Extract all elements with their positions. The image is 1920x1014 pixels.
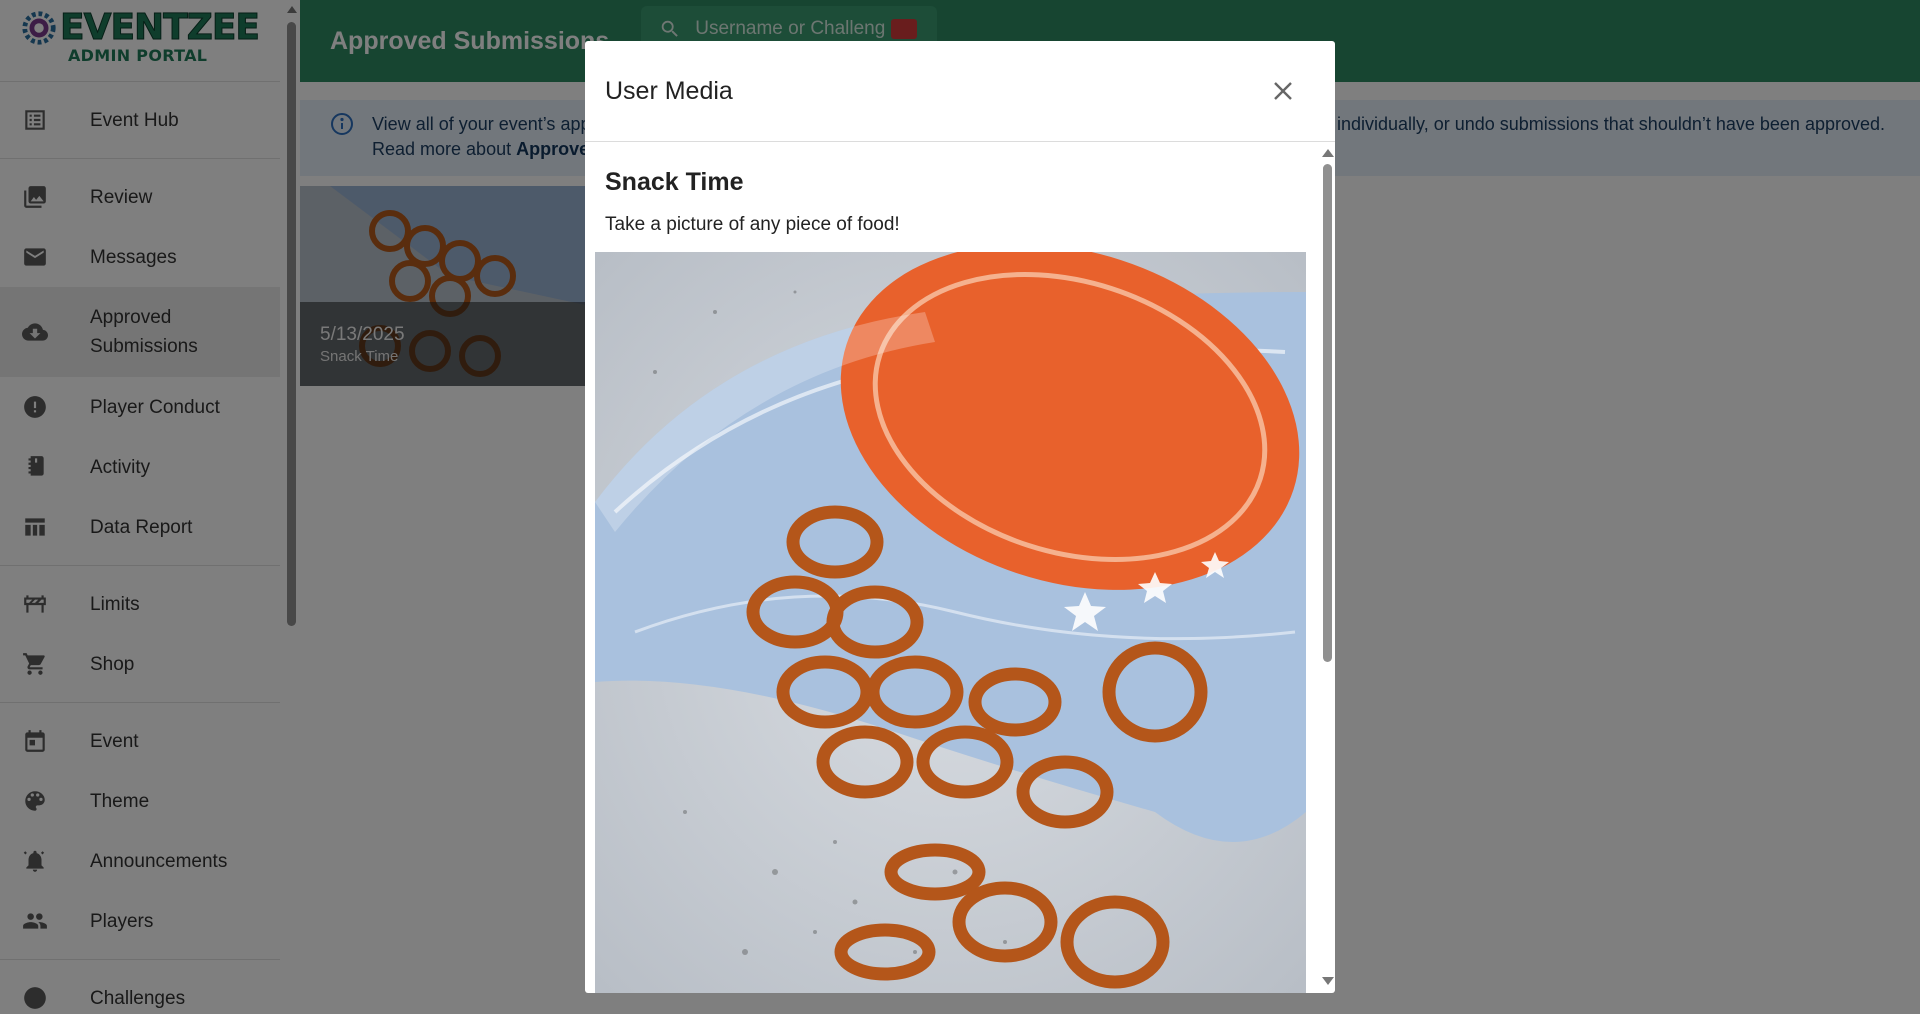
scroll-up-arrow-icon[interactable] xyxy=(1322,149,1334,157)
scroll-down-arrow-icon[interactable] xyxy=(1322,977,1334,985)
dialog-header: User Media xyxy=(585,41,1335,142)
close-icon xyxy=(1274,82,1292,100)
submission-media[interactable] xyxy=(595,252,1306,993)
dialog-body: Snack Time Take a picture of any piece o… xyxy=(585,142,1319,993)
pretzel-photo xyxy=(595,252,1306,993)
challenge-title: Snack Time xyxy=(605,168,744,196)
dialog-title: User Media xyxy=(605,76,733,105)
close-button[interactable] xyxy=(1269,77,1297,105)
dialog-scrollbar[interactable] xyxy=(1319,142,1335,993)
user-media-dialog: User Media Snack Time Take a picture of … xyxy=(585,41,1335,993)
dialog-scroll-thumb[interactable] xyxy=(1323,164,1332,662)
challenge-description: Take a picture of any piece of food! xyxy=(605,214,900,235)
